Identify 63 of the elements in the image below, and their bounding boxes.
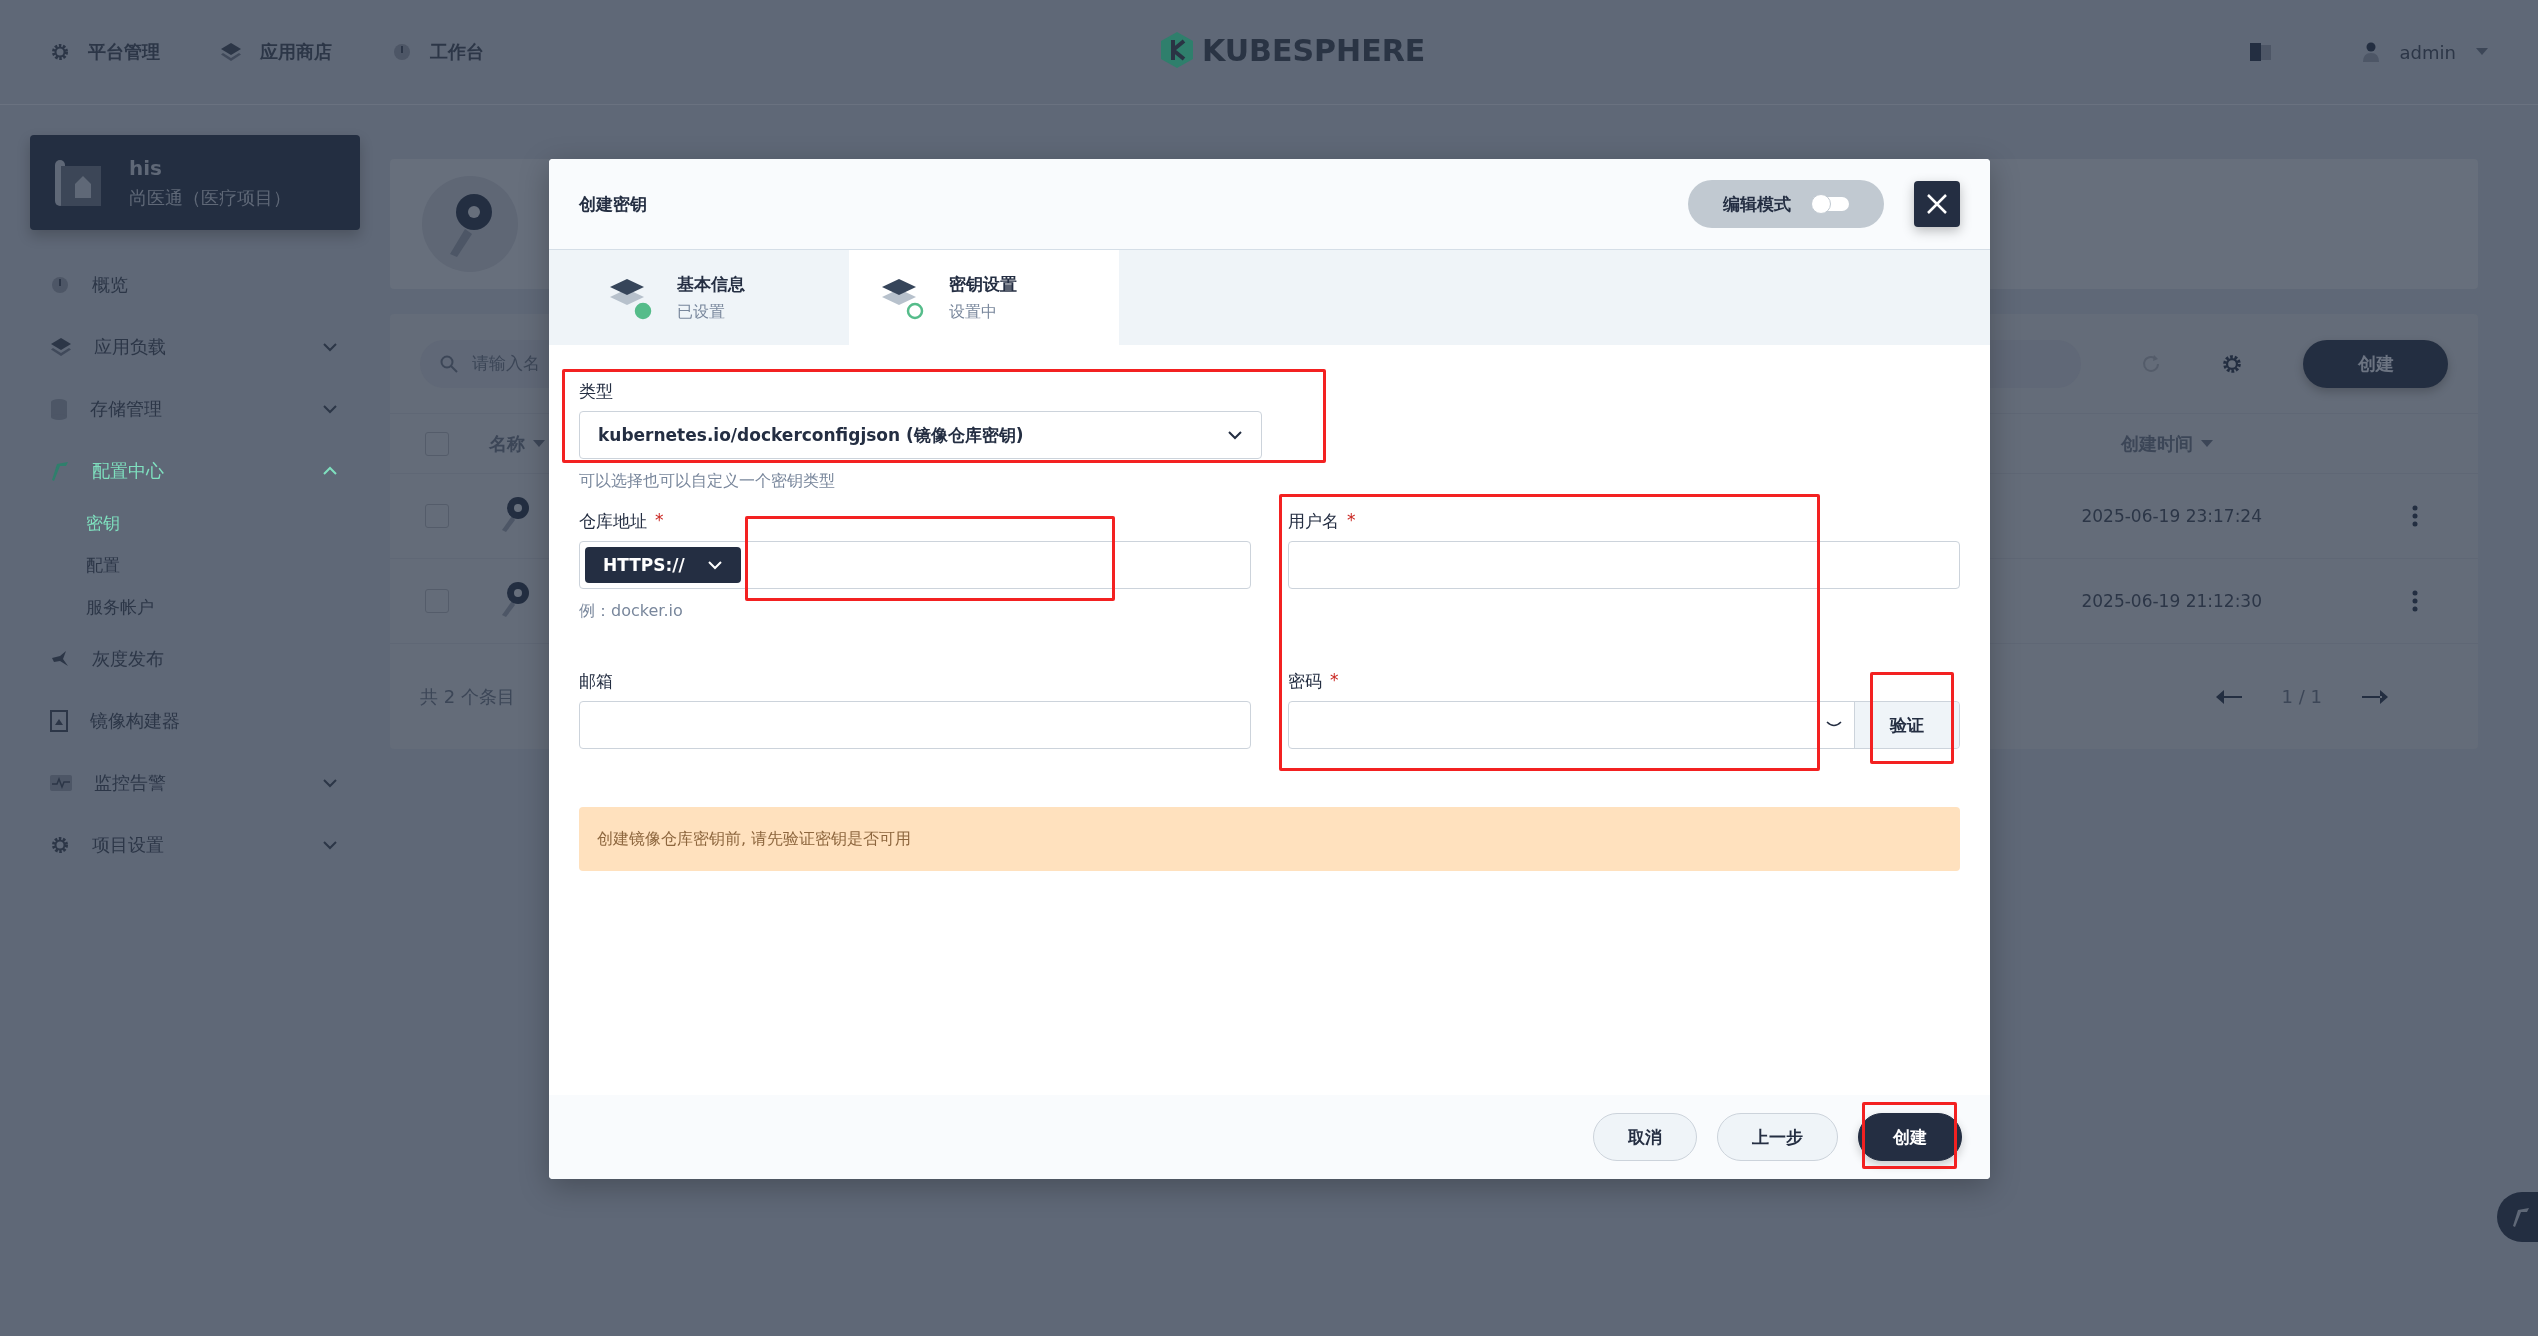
hammer-icon [50,460,70,482]
footer-button[interactable]: 上一步 [1717,1113,1838,1161]
warning-alert: 创建镜像仓库密钥前, 请先验证密钥是否可用 [579,807,1960,871]
dialog-title: 创建密钥 [579,192,648,216]
field-label: 密码 * [1288,670,1339,693]
table-cell: 2025-06-19 23:17:24 [2081,506,2262,526]
gear-icon [50,835,70,855]
chevron-down-icon [322,404,338,414]
field-label: 邮箱 [579,670,613,693]
project-icon [55,159,103,206]
image-builder-icon [50,710,68,732]
chevron-down-icon [707,560,723,570]
protocol-select[interactable]: HTTPS:// [585,547,741,583]
search-icon [440,354,458,373]
sidebar-subitem[interactable]: 密钥 [30,502,360,544]
caret-icon [2201,439,2213,448]
close-icon [1926,193,1948,215]
chevron-down-icon [322,342,338,352]
gear-icon [2221,352,2243,375]
footer-button[interactable]: 创建 [1858,1113,1962,1161]
project-card[interactable]: his 尚医通（医疗项目） [30,135,360,230]
field-hint: 可以选择也可以自定义一个密钥类型 [579,471,835,492]
close-button[interactable] [1914,181,1960,227]
field-label: 仓库地址 * [579,510,664,533]
step-tab[interactable]: 基本信息 已设置 [549,250,849,345]
caret-icon [533,439,545,448]
project-description: 尚医通（医疗项目） [129,185,291,210]
more-icon[interactable] [2412,590,2418,612]
chevron-down-icon [322,840,338,850]
required-mark: * [655,510,664,532]
chevron-down-icon [1227,430,1243,440]
registry-address-field[interactable]: HTTPS:// [579,541,1251,589]
step-tab[interactable]: 密钥设置 设置中 [849,250,1119,345]
logo-icon [1160,32,1194,68]
project-name: his [129,155,163,180]
field-label: 类型 [579,380,613,403]
edit-mode-toggle[interactable]: 编辑模式 [1688,180,1884,228]
required-mark: * [1330,670,1339,692]
user-icon [2361,42,2380,62]
gear-icon [50,42,70,62]
sidebar-item[interactable]: 配置中心 [30,440,360,502]
create-button[interactable]: 创建 [2303,339,2448,388]
arrow-left-icon[interactable] [2215,689,2242,704]
layers-icon [50,337,72,357]
hammer-icon [2511,1206,2531,1228]
key-icon [420,174,520,274]
field-label: 用户名 * [1288,510,1356,533]
footer-button[interactable]: 取消 [1593,1113,1697,1161]
arrow-right-icon[interactable] [2362,689,2388,704]
bird-icon [50,650,70,668]
table-cell: 2025-06-19 21:12:30 [2081,591,2262,611]
chevron-up-icon [322,466,338,476]
caret-icon [2476,48,2488,56]
required-mark: * [1347,510,1356,532]
book-icon[interactable] [2249,43,2272,61]
more-icon[interactable] [2412,505,2418,527]
field-hint: 例：docker.io [579,601,684,622]
monitor-icon [50,775,72,791]
dashboard-icon [50,275,70,295]
layers-icon [220,42,242,62]
chevron-down-icon [322,778,338,788]
secret-type-select[interactable]: kubernetes.io/dockerconfigjson (镜像仓库密钥) [579,411,1262,459]
dashboard-icon [392,42,412,62]
